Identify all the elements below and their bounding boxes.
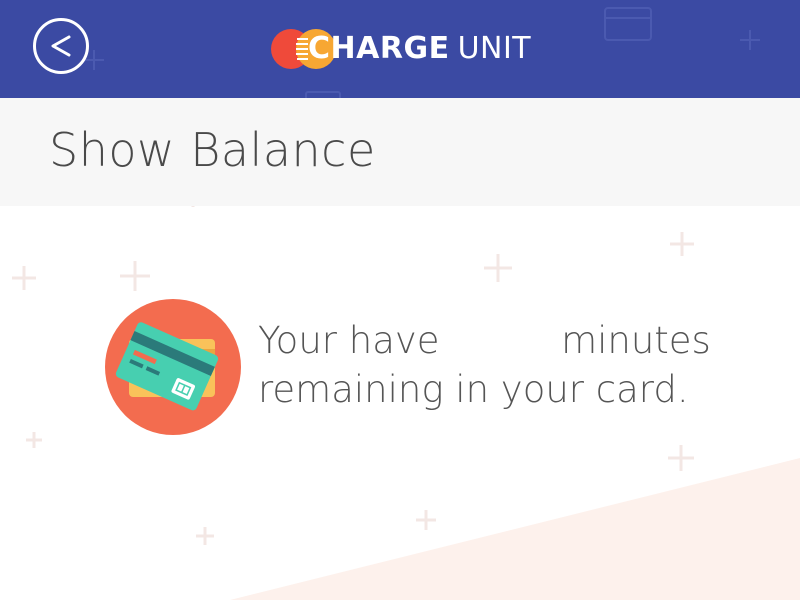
chevron-left-icon [51,35,71,57]
back-button[interactable] [33,18,89,74]
balance-message: Your have minutes remaining in your card… [258,316,711,414]
logo-text-strong: CHARGE [308,31,450,66]
charge-unit-logo: CHARGE UNIT [270,26,531,72]
balance-line-1: Your have minutes [258,316,711,365]
credit-card-icon [105,299,241,435]
balance-line-2: remaining in your card. [258,368,689,411]
app-header: CHARGE UNIT [0,0,800,98]
logo-text: CHARGE UNIT [308,26,531,72]
page-title: Show Balance [49,123,376,177]
balance-suffix: minutes [561,319,711,362]
logo-text-light: UNIT [457,31,532,66]
balance-prefix: Your have [258,319,440,362]
